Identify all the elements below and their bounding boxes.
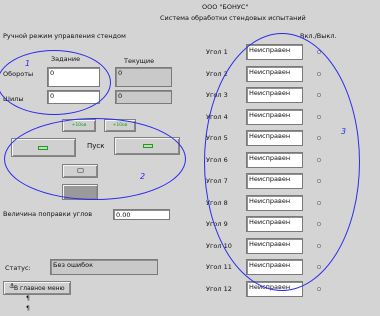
- annotation-number-1: 1: [25, 59, 31, 68]
- angle-label: Угол 12: [206, 284, 232, 293]
- annotation-number-3: 3: [341, 127, 347, 136]
- rpm-current-value: 0: [115, 67, 172, 87]
- angle-label: Угол 11: [206, 263, 232, 271]
- main-menu-label: В главное меню: [14, 285, 65, 292]
- annotation-ellipse-3: [204, 33, 360, 291]
- status-value: Без ошибок: [50, 259, 158, 275]
- annotation-ellipse-2: [4, 118, 186, 200]
- current-column-header: Текущие: [124, 57, 155, 65]
- status-label: Статус:: [5, 264, 31, 272]
- angle-correction-label: Величина поправки углов: [3, 210, 93, 218]
- manual-mode-title: Ручной режим управления стендом: [3, 32, 126, 40]
- angle-correction-input[interactable]: 0.00: [113, 209, 170, 220]
- annotation-number-2: 2: [140, 172, 146, 181]
- company-title: ООО "БОНУС": [202, 3, 249, 11]
- angle-label: Угол 1: [206, 48, 228, 56]
- cursor-mark-1: ¶: [26, 295, 30, 302]
- anchor-icon: ⚓: [9, 282, 16, 290]
- splines-current-value: 0: [115, 90, 172, 104]
- annotation-ellipse-1: [0, 50, 111, 115]
- cursor-mark-2: ¶: [26, 305, 30, 312]
- system-title: Система обработки стендовых испытаний: [160, 14, 306, 22]
- angle-toggle-radio[interactable]: [317, 286, 321, 291]
